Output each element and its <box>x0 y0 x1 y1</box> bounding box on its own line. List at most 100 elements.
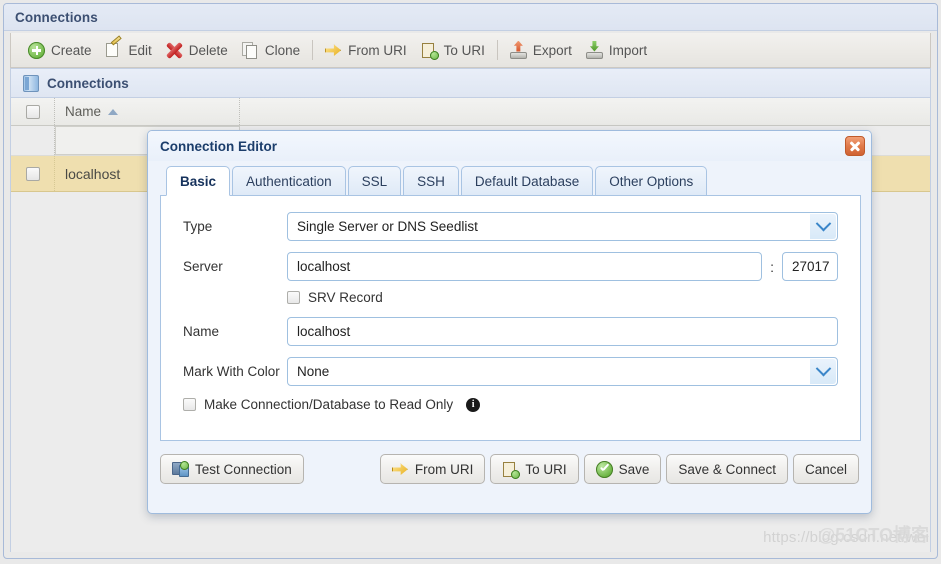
type-select-value: Single Server or DNS Seedlist <box>297 219 478 234</box>
test-connection-button[interactable]: Test Connection <box>160 454 304 484</box>
tab-authentication[interactable]: Authentication <box>232 166 346 195</box>
export-up-arrow-icon <box>509 42 527 59</box>
save-button[interactable]: Save <box>583 454 662 484</box>
save-label: Save <box>618 461 650 477</box>
cancel-label: Cancel <box>804 461 847 477</box>
from-uri-label: From URI <box>414 461 474 477</box>
save-and-connect-button[interactable]: Save & Connect <box>666 454 788 484</box>
grid-column-header-row: Name <box>11 98 930 126</box>
toolbar-button-delete[interactable]: Delete <box>159 39 235 62</box>
name-label: Name <box>183 324 220 339</box>
toolbar-button-import[interactable]: Import <box>579 39 654 62</box>
form-row-mark-color: Mark With Color None <box>183 357 838 386</box>
mark-color-select-value: None <box>297 364 330 379</box>
from-uri-arrow-icon <box>392 461 409 478</box>
toolbar-label-import: Import <box>608 42 648 58</box>
server-label: Server <box>183 259 223 274</box>
toolbar-separator-2 <box>496 40 498 60</box>
form-row-server: Server localhost : 27017 <box>183 252 838 281</box>
row-checkbox[interactable] <box>25 166 40 181</box>
toolbar-button-export[interactable]: Export <box>503 39 579 62</box>
dialog-title-bar[interactable]: Connection Editor <box>148 131 871 161</box>
window-title-bar: Connections <box>4 4 937 31</box>
server-field-wrap: localhost : 27017 <box>287 252 838 281</box>
toolbar-button-to-uri[interactable]: To URI <box>414 39 492 62</box>
delete-x-icon <box>166 42 183 59</box>
select-all-cell[interactable] <box>11 98 55 125</box>
close-icon[interactable] <box>845 136 865 156</box>
dialog-title: Connection Editor <box>160 138 277 154</box>
tab-other-options-label: Other Options <box>609 173 694 189</box>
from-uri-arrow-icon <box>325 42 342 59</box>
connections-window: Connections Create Edit Delete Clone Fro… <box>3 3 938 559</box>
toolbar-label-to-uri: To URI <box>443 42 485 58</box>
name-input[interactable]: localhost <box>287 317 838 346</box>
toolbar-separator-1 <box>312 40 314 60</box>
chevron-down-icon[interactable] <box>810 214 836 239</box>
tab-ssh[interactable]: SSH <box>403 166 459 195</box>
toolbar-button-from-uri[interactable]: From URI <box>318 39 414 62</box>
to-uri-clipboard-icon <box>502 461 521 479</box>
tab-ssl-label: SSL <box>361 173 388 189</box>
toolbar-label-from-uri: From URI <box>348 42 407 58</box>
row-checkbox-cell[interactable] <box>11 156 55 191</box>
to-uri-button[interactable]: To URI <box>490 454 579 484</box>
tab-ssl[interactable]: SSL <box>347 166 402 195</box>
toolbar-button-create[interactable]: Create <box>21 39 99 62</box>
sort-ascending-icon <box>108 108 119 115</box>
type-label: Type <box>183 219 213 234</box>
read-only-row[interactable]: Make Connection/Database to Read Only i <box>183 397 838 412</box>
grid-panel-header: Connections <box>11 68 930 98</box>
dialog-footer: Test Connection From URI To URI Save Sav… <box>160 449 859 489</box>
srv-record-checkbox[interactable] <box>287 291 300 304</box>
database-icon <box>23 74 39 92</box>
tab-other-options[interactable]: Other Options <box>595 166 708 195</box>
toolbar-button-edit[interactable]: Edit <box>99 39 159 62</box>
toolbar-label-create: Create <box>51 42 92 58</box>
column-header-name[interactable]: Name <box>55 98 240 125</box>
chevron-down-icon[interactable] <box>810 359 836 384</box>
edit-pencil-icon <box>105 42 123 59</box>
from-uri-button[interactable]: From URI <box>379 454 486 484</box>
tab-default-database[interactable]: Default Database <box>460 166 594 195</box>
srv-record-label: SRV Record <box>308 290 383 305</box>
tab-panel-basic: Type Single Server or DNS Seedlist Serve… <box>160 196 861 441</box>
toolbar-button-clone[interactable]: Clone <box>235 39 307 62</box>
tab-default-database-label: Default Database <box>474 173 580 189</box>
name-field-wrap: localhost <box>287 317 838 346</box>
window-title: Connections <box>15 9 98 25</box>
watermark-overlay: @51CTO博客 <box>817 525 929 545</box>
toolbar-label-edit: Edit <box>128 42 152 58</box>
read-only-checkbox[interactable] <box>183 398 196 411</box>
form-row-type: Type Single Server or DNS Seedlist <box>183 212 838 241</box>
tab-ssh-label: SSH <box>417 173 445 189</box>
tab-authentication-label: Authentication <box>246 173 332 189</box>
dialog-tab-area: Basic Authentication SSL SSH Default Dat… <box>160 165 861 441</box>
port-separator: : <box>770 258 774 275</box>
test-connection-label: Test Connection <box>195 461 292 477</box>
row-checkbox-cell[interactable] <box>11 126 55 155</box>
mark-color-select[interactable]: None <box>287 357 838 386</box>
save-and-connect-label: Save & Connect <box>678 461 776 477</box>
tab-basic[interactable]: Basic <box>166 166 231 196</box>
server-input[interactable]: localhost <box>287 252 763 281</box>
column-header-filler <box>240 98 930 125</box>
srv-record-row[interactable]: SRV Record <box>287 290 838 305</box>
form-row-name: Name localhost <box>183 317 838 346</box>
connection-editor-dialog: Connection Editor Basic Authentication S… <box>147 130 872 514</box>
info-icon[interactable]: i <box>466 397 481 412</box>
read-only-label: Make Connection/Database to Read Only <box>204 397 454 412</box>
cancel-button[interactable]: Cancel <box>792 454 859 484</box>
column-header-name-label: Name <box>65 104 102 119</box>
type-select[interactable]: Single Server or DNS Seedlist <box>287 212 838 241</box>
import-down-arrow-icon <box>585 42 603 59</box>
type-field-wrap: Single Server or DNS Seedlist <box>287 212 838 241</box>
port-input[interactable]: 27017 <box>782 252 838 281</box>
dialog-footer-right-group: From URI To URI Save Save & Connect Canc… <box>379 454 859 484</box>
grid-panel-title: Connections <box>47 75 129 91</box>
select-all-checkbox[interactable] <box>25 104 40 119</box>
mark-color-label: Mark With Color <box>183 364 280 379</box>
create-plus-icon <box>28 41 45 59</box>
toolbar-label-clone: Clone <box>264 42 301 58</box>
mark-color-field-wrap: None <box>287 357 838 386</box>
